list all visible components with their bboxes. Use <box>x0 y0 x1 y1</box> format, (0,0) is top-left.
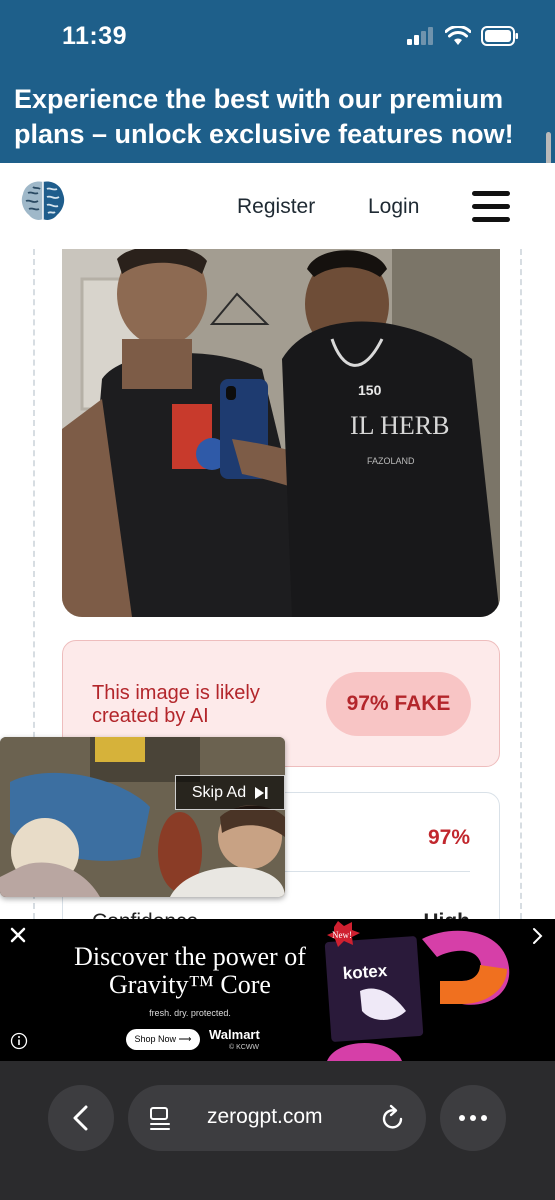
svg-text:FAZOLAND: FAZOLAND <box>367 456 415 466</box>
ad-brand: kotex <box>342 961 388 983</box>
hamburger-menu-icon[interactable] <box>472 191 510 222</box>
fake-percentage-badge: 97% FAKE <box>326 672 471 736</box>
more-dot <box>459 1115 465 1121</box>
dashed-border-right <box>520 249 522 919</box>
info-icon[interactable] <box>10 1032 28 1050</box>
login-link[interactable]: Login <box>368 195 419 219</box>
top-banner: 11:39 Experience the best with our premi… <box>0 0 555 180</box>
battery-icon <box>481 26 518 46</box>
svg-text:IL HERB: IL HERB <box>350 411 449 440</box>
status-time: 11:39 <box>62 22 128 50</box>
browser-toolbar: zerogpt.com <box>0 1061 555 1200</box>
url-text[interactable]: zerogpt.com <box>207 1105 323 1129</box>
shop-now-button[interactable]: Shop Now ⟶ <box>126 1029 200 1050</box>
address-bar[interactable]: zerogpt.com <box>128 1085 426 1151</box>
video-ad[interactable]: Skip Ad <box>0 737 285 897</box>
wifi-icon <box>445 26 471 45</box>
ad-station: © KCWW <box>229 1044 260 1051</box>
status-bar: 11:39 <box>0 0 555 70</box>
close-icon[interactable] <box>8 925 28 945</box>
svg-text:150: 150 <box>358 382 382 398</box>
retailer-logo: Walmart <box>209 1027 260 1042</box>
more-options-button[interactable] <box>440 1085 506 1151</box>
skip-ad-button[interactable]: Skip Ad <box>175 775 285 810</box>
reload-icon[interactable] <box>380 1104 406 1132</box>
more-dot <box>470 1115 476 1121</box>
more-dot <box>481 1115 487 1121</box>
ad-headline: Discover the power of Gravity™ Core <box>74 942 306 999</box>
tabs-icon[interactable] <box>148 1105 172 1131</box>
screen: 11:39 Experience the best with our premi… <box>0 0 555 1200</box>
result-message: This image is likely created by AI <box>92 682 260 727</box>
status-icons <box>407 26 519 46</box>
ad-new-badge: New! <box>332 930 352 940</box>
site-header: Register Login <box>0 163 555 249</box>
analyzed-photo: 150 IL HERB FAZOLAND <box>62 249 500 617</box>
product-image: kotex New! <box>324 921 510 1061</box>
signal-icon <box>407 27 433 45</box>
ad-tagline: fresh. dry. protected. <box>149 1008 231 1018</box>
brain-logo-icon[interactable] <box>20 179 66 228</box>
skip-ad-label: Skip Ad <box>191 783 247 801</box>
detail-percentage: 97% <box>427 826 470 849</box>
promo-text[interactable]: Experience the best with our premium pla… <box>14 82 544 152</box>
back-button[interactable] <box>48 1085 114 1151</box>
back-arrow-icon <box>73 1105 88 1131</box>
skip-next-icon <box>255 786 268 799</box>
register-link[interactable]: Register <box>237 195 315 219</box>
banner-ad[interactable]: Discover the power of Gravity™ Core fres… <box>0 919 555 1061</box>
